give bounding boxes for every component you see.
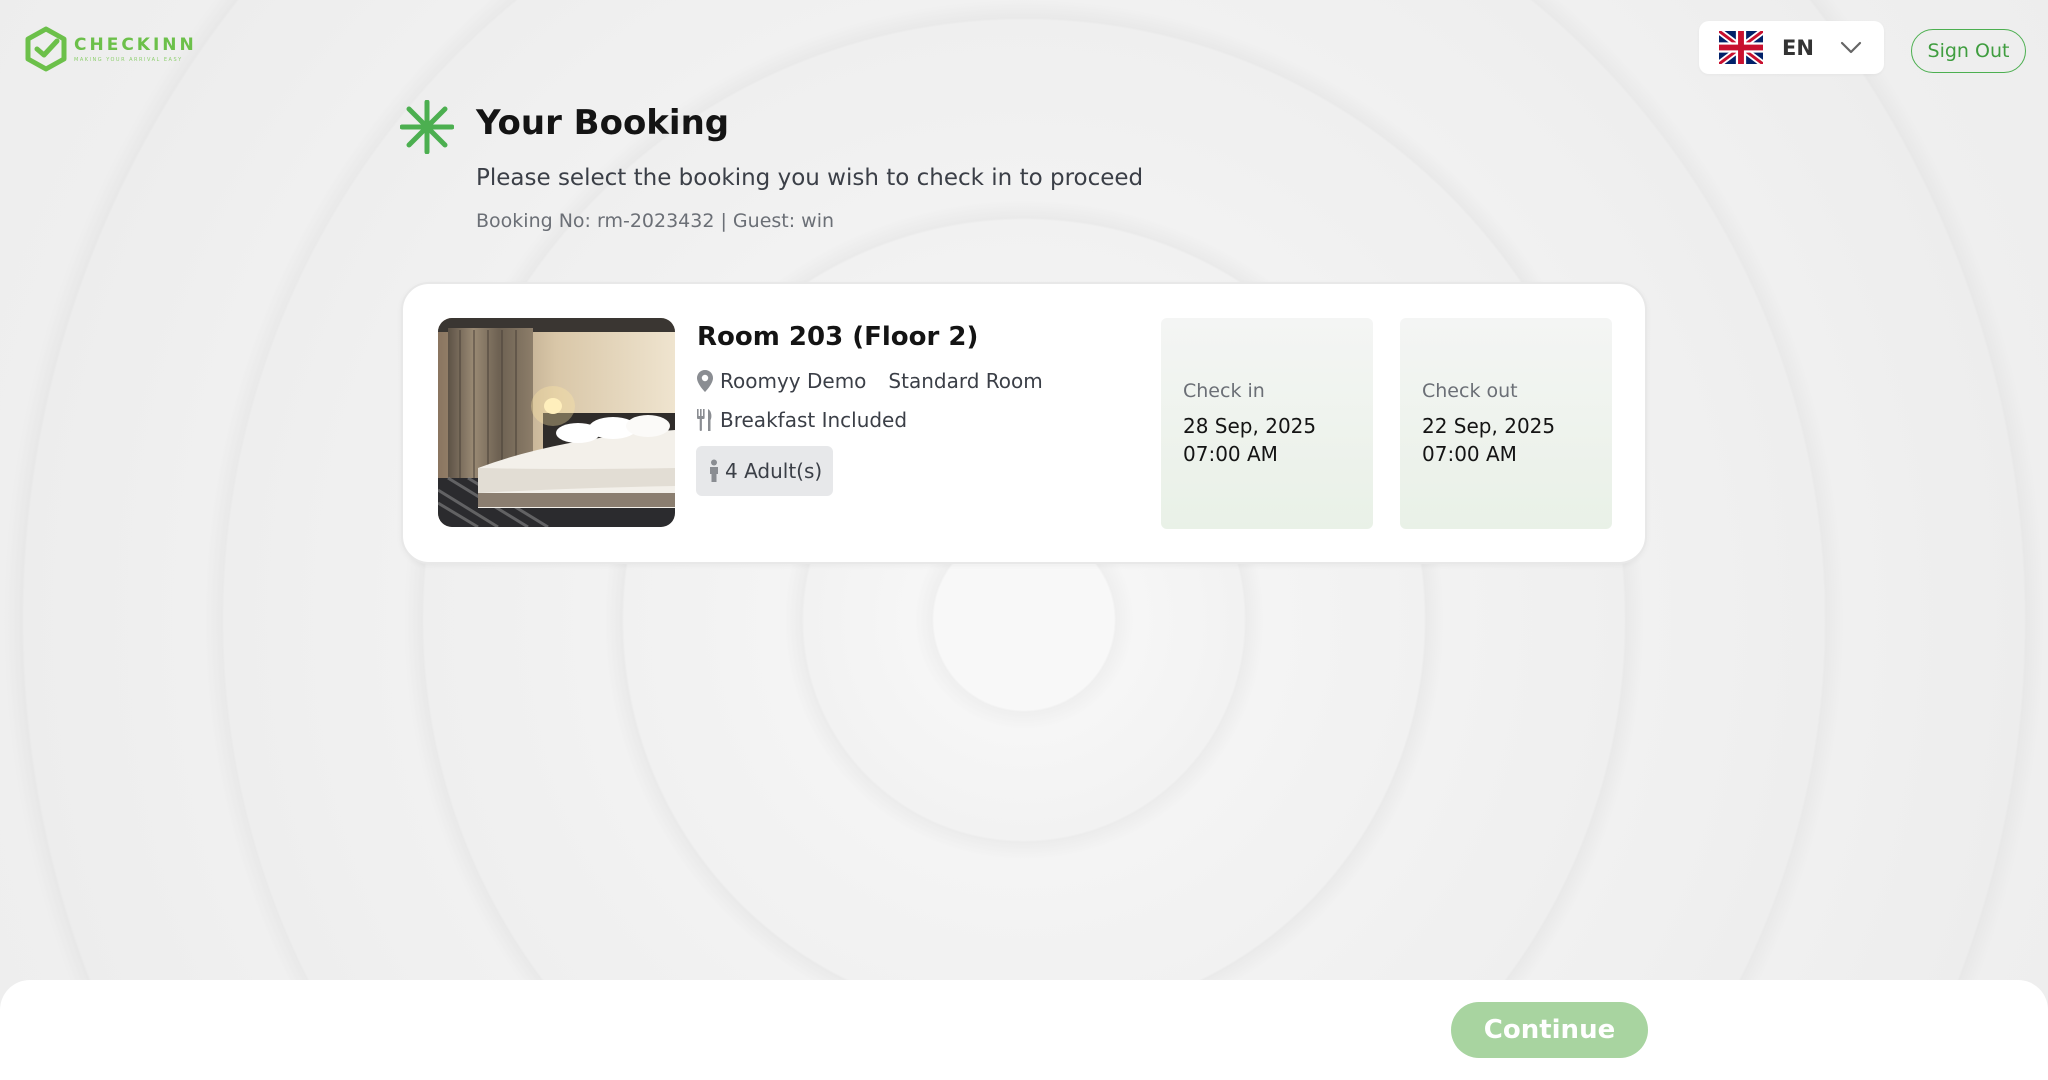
checkinn-logo-icon xyxy=(25,26,67,72)
check-out-box: Check out 22 Sep, 2025 07:00 AM xyxy=(1400,318,1612,529)
check-in-label: Check in xyxy=(1183,380,1265,402)
room-type: Standard Room xyxy=(888,369,1043,393)
page-subtitle: Please select the booking you wish to ch… xyxy=(476,165,1144,191)
property-row: Roomyy Demo Standard Room xyxy=(696,369,1043,393)
meal-row: Breakfast Included xyxy=(696,408,907,432)
asterisk-icon xyxy=(400,100,454,154)
footer-bar: Continue xyxy=(0,980,2048,1080)
language-code: EN xyxy=(1782,35,1814,60)
booking-number-guest: Booking No: rm-2023432 | Guest: win xyxy=(476,210,835,232)
room-title: Room 203 (Floor 2) xyxy=(697,322,979,352)
continue-button[interactable]: Continue xyxy=(1451,1002,1648,1058)
check-in-date: 28 Sep, 2025 xyxy=(1183,414,1317,438)
brand-tagline: MAKING YOUR ARRIVAL EASY xyxy=(74,57,183,63)
location-pin-icon xyxy=(697,370,713,392)
brand-logo: CHECKINN MAKING YOUR ARRIVAL EASY xyxy=(24,26,197,72)
property-name: Roomyy Demo xyxy=(720,369,867,393)
uk-flag-icon xyxy=(1719,31,1763,64)
brand-name: CHECKINN xyxy=(74,35,197,55)
meal-plan: Breakfast Included xyxy=(720,408,908,432)
check-in-time: 07:00 AM xyxy=(1183,442,1278,466)
fork-knife-icon xyxy=(697,409,712,431)
booking-card[interactable]: Room 203 (Floor 2) Roomyy Demo Standard … xyxy=(401,282,1647,564)
guest-count-badge: 4 Adult(s) xyxy=(696,446,834,496)
chevron-down-icon xyxy=(1840,41,1862,53)
check-out-date: 22 Sep, 2025 xyxy=(1422,414,1556,438)
check-in-box: Check in 28 Sep, 2025 07:00 AM xyxy=(1161,318,1373,529)
page-title: Your Booking xyxy=(476,103,730,143)
sign-out-button[interactable]: Sign Out xyxy=(1911,29,2026,73)
guest-count: 4 Adult(s) xyxy=(725,459,823,483)
language-selector[interactable]: EN xyxy=(1699,21,1884,74)
check-out-label: Check out xyxy=(1422,380,1518,402)
person-icon xyxy=(710,459,718,482)
check-out-time: 07:00 AM xyxy=(1422,442,1517,466)
room-photo xyxy=(438,318,675,527)
